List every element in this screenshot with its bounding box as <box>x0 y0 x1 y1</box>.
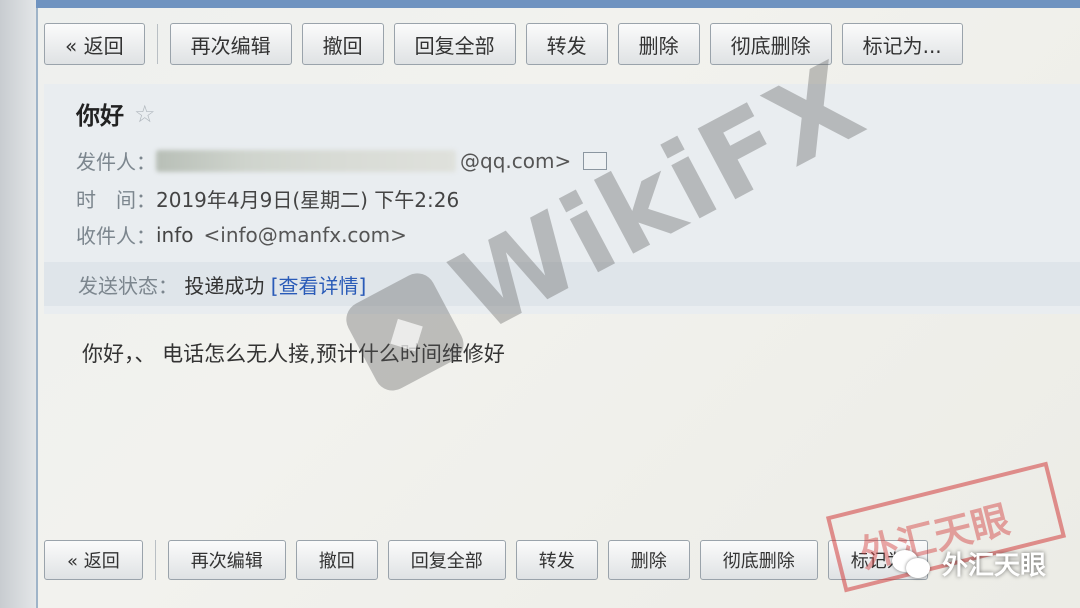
email-client-screen: « 返回 再次编辑 撤回 回复全部 转发 删除 彻底删除 标记为... 你好 ☆… <box>0 0 1080 608</box>
reply-all-button-bottom[interactable]: 回复全部 <box>387 540 506 580</box>
status-value: 投递成功 <box>184 274 265 298</box>
top-toolbar: « 返回 再次编辑 撤回 回复全部 转发 删除 彻底删除 标记为... <box>44 18 1080 70</box>
back-button-bottom[interactable]: « 返回 <box>44 540 143 580</box>
edit-again-button[interactable]: 再次编辑 <box>169 23 292 65</box>
edit-again-button-bottom[interactable]: 再次编辑 <box>167 540 286 580</box>
subject-text: 你好 <box>76 102 124 130</box>
reply-all-button[interactable]: 回复全部 <box>393 23 516 65</box>
toolbar-divider <box>154 540 156 580</box>
mark-as-button[interactable]: 标记为... <box>841 23 963 65</box>
sender-email[interactable]: @qq.com> <box>460 149 571 173</box>
wechat-icon <box>891 548 932 580</box>
eagle-logo-icon: ◆ <box>339 267 470 397</box>
recall-button[interactable]: 撤回 <box>301 23 384 65</box>
star-icon[interactable]: ☆ <box>134 100 156 128</box>
corner-brand-text: 外汇天眼 <box>941 551 1046 581</box>
recipient-email[interactable]: <info@manfx.com> <box>204 223 407 247</box>
recipient-row: 收件人： info <info@manfx.com> <box>76 220 407 249</box>
delete-button-bottom[interactable]: 删除 <box>607 540 690 580</box>
sender-redacted <box>156 149 456 172</box>
recipient-label: 收件人： <box>76 224 156 248</box>
recall-button-bottom[interactable]: 撤回 <box>295 540 378 580</box>
back-button[interactable]: « 返回 <box>44 23 145 65</box>
time-value: 2019年4月9日(星期二) 下午2:26 <box>156 188 460 212</box>
sender-row: 发件人： @qq.com> <box>76 146 608 175</box>
time-row: 时 间： 2019年4月9日(星期二) 下午2:26 <box>76 184 459 213</box>
forward-button[interactable]: 转发 <box>525 23 608 65</box>
email-subject: 你好 ☆ <box>76 96 156 131</box>
status-label: 发送状态： <box>78 274 178 298</box>
toolbar-divider <box>156 24 158 64</box>
forward-button-bottom[interactable]: 转发 <box>515 540 598 580</box>
permanent-delete-button-bottom[interactable]: 彻底删除 <box>699 540 818 580</box>
sender-label: 发件人： <box>76 150 156 174</box>
top-frame <box>36 0 1080 8</box>
recipient-name[interactable]: info <box>156 223 194 247</box>
corner-brand: 外汇天眼 <box>891 545 1046 582</box>
delete-button[interactable]: 删除 <box>617 23 700 65</box>
time-label: 时 间： <box>76 188 156 212</box>
delivery-status: 发送状态： 投递成功 [查看详情] <box>78 270 366 299</box>
left-frame <box>0 0 38 608</box>
